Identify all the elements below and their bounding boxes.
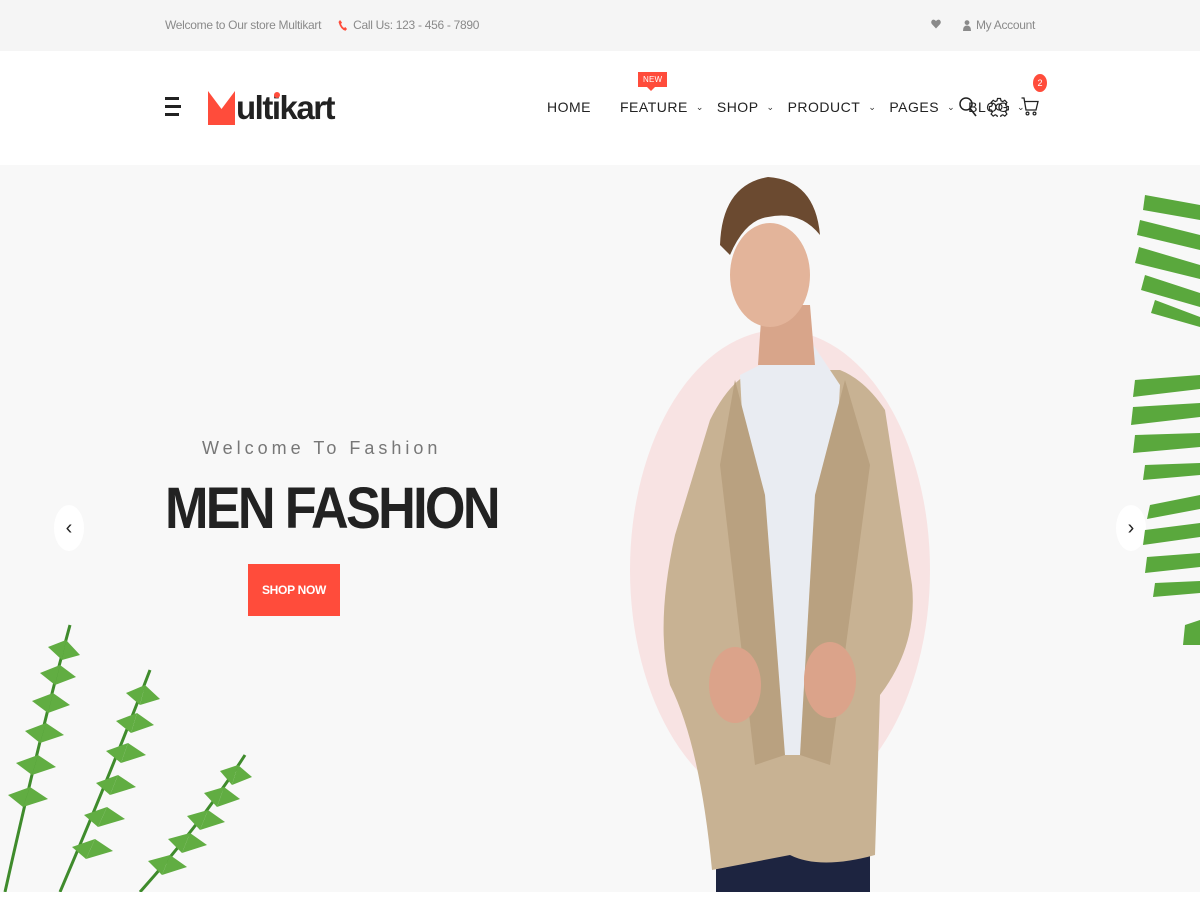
nav-feature-label: FEATURE xyxy=(620,99,688,115)
chevron-down-icon: ⌄ xyxy=(766,101,775,112)
cart-icon[interactable]: 2 xyxy=(1020,74,1047,119)
heart-icon[interactable] xyxy=(931,18,941,32)
fern-leaves-decoration xyxy=(1131,195,1200,645)
top-bar-right: My Account xyxy=(931,18,1035,32)
search-icon[interactable] xyxy=(958,95,978,119)
chevron-down-icon: ⌄ xyxy=(947,101,956,112)
nav-pages-label: PAGES xyxy=(889,99,940,115)
phone-icon xyxy=(338,19,348,31)
hero-slider: Welcome To Fashion MEN FASHION SHOP NOW … xyxy=(0,165,1200,892)
my-account-link[interactable]: My Account xyxy=(962,18,1035,32)
call-info: Call Us: 123 - 456 - 7890 xyxy=(338,18,479,32)
top-bar-left: Welcome to Our store Multikart Call Us: … xyxy=(165,18,479,32)
top-bar: Welcome to Our store Multikart Call Us: … xyxy=(0,0,1200,51)
slider-prev-button[interactable]: ‹ xyxy=(54,505,84,551)
nav-shop-label: SHOP xyxy=(716,99,759,115)
hero-subtitle: Welcome To Fashion xyxy=(202,438,442,458)
nav-product-label: PRODUCT xyxy=(787,99,861,115)
nav-home[interactable]: HOME xyxy=(547,99,591,115)
hero-title: MEN FASHION xyxy=(165,476,501,541)
nav-home-label: HOME xyxy=(547,99,591,115)
fern-leaves-decoration xyxy=(3,624,252,892)
logo-m-icon xyxy=(208,91,235,125)
logo-text: ultikart xyxy=(236,89,336,126)
logo-dot xyxy=(274,92,280,98)
main-nav: HOME NEW FEATURE ⌄ SHOP ⌄ PRODUCT ⌄ PAGE… xyxy=(547,72,1025,115)
new-badge: NEW xyxy=(638,72,668,91)
menu-icon[interactable] xyxy=(165,97,181,117)
header-icons: 2 xyxy=(958,74,1047,119)
my-account-label: My Account xyxy=(975,18,1035,32)
welcome-text: Welcome to Our store Multikart xyxy=(165,18,322,32)
chevron-down-icon: ⌄ xyxy=(868,101,877,112)
shop-now-button[interactable]: SHOP NOW xyxy=(248,564,340,616)
nav-pages[interactable]: PAGES ⌄ xyxy=(889,99,955,115)
cart-count-badge: 2 xyxy=(1033,74,1047,92)
nav-shop[interactable]: SHOP ⌄ xyxy=(717,99,775,115)
user-icon xyxy=(962,19,971,31)
logo[interactable]: ultikart xyxy=(208,89,336,127)
main-header: ultikart HOME NEW FEATURE ⌄ SHOP ⌄ PRODU… xyxy=(0,51,1200,165)
nav-product[interactable]: PRODUCT ⌄ xyxy=(788,99,877,115)
model-image xyxy=(663,177,913,892)
settings-icon[interactable] xyxy=(989,95,1009,119)
nav-feature[interactable]: NEW FEATURE ⌄ xyxy=(620,72,704,115)
chevron-down-icon: ⌄ xyxy=(695,101,704,112)
call-text: Call Us: 123 - 456 - 7890 xyxy=(353,18,480,32)
